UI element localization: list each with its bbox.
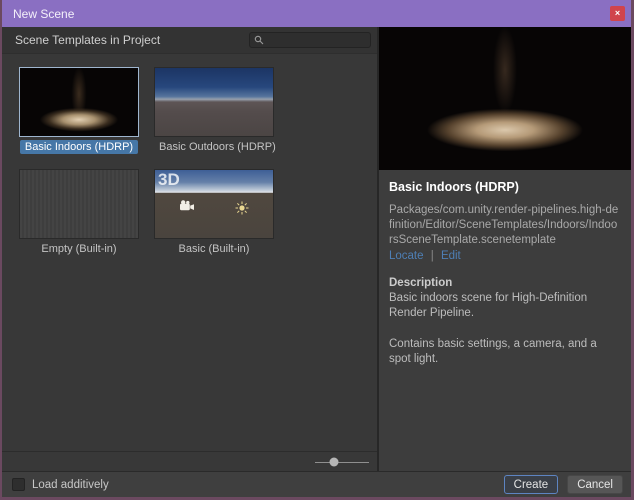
locate-link[interactable]: Locate — [389, 250, 424, 262]
template-grid: Basic Indoors (HDRP) Basic Outdoors (HDR… — [2, 54, 377, 451]
description-text-2: Contains basic settings, a camera, and a… — [389, 337, 597, 366]
scene-templates-panel: Scene Templates in Project Basic Indoors… — [2, 27, 379, 471]
window-title: New Scene — [13, 6, 75, 21]
3d-badge: 3D — [158, 170, 180, 189]
templates-panel-header: Scene Templates in Project — [2, 27, 377, 54]
search-icon — [254, 35, 264, 45]
template-label: Basic (Built-in) — [178, 243, 250, 255]
template-details-panel: Basic Indoors (HDRP) Packages/com.unity.… — [379, 27, 631, 471]
load-additively-checkbox[interactable] — [12, 478, 25, 491]
search-input[interactable] — [264, 34, 366, 46]
template-label: Basic Outdoors (HDRP) — [159, 141, 276, 153]
dialog-content: Scene Templates in Project Basic Indoors… — [2, 27, 631, 471]
details-links: Locate | Edit — [389, 250, 620, 262]
edit-link[interactable]: Edit — [441, 250, 461, 262]
template-thumbnail-indoors-spotlight[interactable] — [19, 67, 139, 137]
template-item-basic-outdoors-hdrp[interactable]: Basic Outdoors (HDRP) — [154, 67, 276, 155]
description-heading: Description — [389, 276, 453, 289]
thumbnail-size-slider[interactable] — [315, 456, 369, 468]
template-label: Basic Indoors (HDRP) — [19, 140, 139, 154]
template-thumbnail-empty[interactable] — [19, 169, 139, 239]
template-details: Basic Indoors (HDRP) Packages/com.unity.… — [379, 170, 631, 368]
template-preview-image — [379, 27, 631, 170]
template-item-empty-builtin[interactable]: Empty (Built-in) — [19, 169, 139, 257]
close-button[interactable]: × — [610, 6, 625, 21]
template-item-basic-builtin[interactable]: 3D Basic (Built-in) — [154, 169, 274, 257]
template-label: Empty (Built-in) — [41, 243, 117, 255]
dialog-footer: Load additively Create Cancel — [2, 471, 631, 497]
camera-icon — [180, 200, 194, 211]
template-thumbnail-basic-3d[interactable]: 3D — [154, 169, 274, 239]
slider-track[interactable] — [315, 461, 369, 463]
panel-header-title: Scene Templates in Project — [15, 33, 161, 47]
description-text-1: Basic indoors scene for High-Definition … — [389, 291, 588, 320]
title-bar[interactable]: New Scene × — [2, 0, 631, 27]
template-item-basic-indoors-hdrp[interactable]: Basic Indoors (HDRP) — [19, 67, 139, 155]
sun-icon — [235, 201, 249, 215]
create-button[interactable]: Create — [503, 475, 559, 494]
footer-buttons: Create Cancel — [503, 475, 623, 494]
template-asset-path: Packages/com.unity.render-pipelines.high… — [389, 204, 619, 247]
thumbnail-size-slider-thumb[interactable] — [329, 457, 339, 466]
load-additively-option[interactable]: Load additively — [12, 478, 109, 491]
details-title: Basic Indoors (HDRP) — [389, 180, 519, 194]
search-box[interactable] — [249, 32, 371, 48]
cancel-button[interactable]: Cancel — [567, 475, 623, 494]
new-scene-dialog: New Scene × Scene Templates in Project B… — [0, 0, 634, 500]
template-thumbnail-outdoors-sky[interactable] — [154, 67, 274, 137]
close-icon: × — [614, 8, 621, 18]
load-additively-label: Load additively — [32, 478, 109, 491]
link-separator: | — [430, 249, 434, 262]
thumbnail-size-row — [2, 451, 377, 471]
